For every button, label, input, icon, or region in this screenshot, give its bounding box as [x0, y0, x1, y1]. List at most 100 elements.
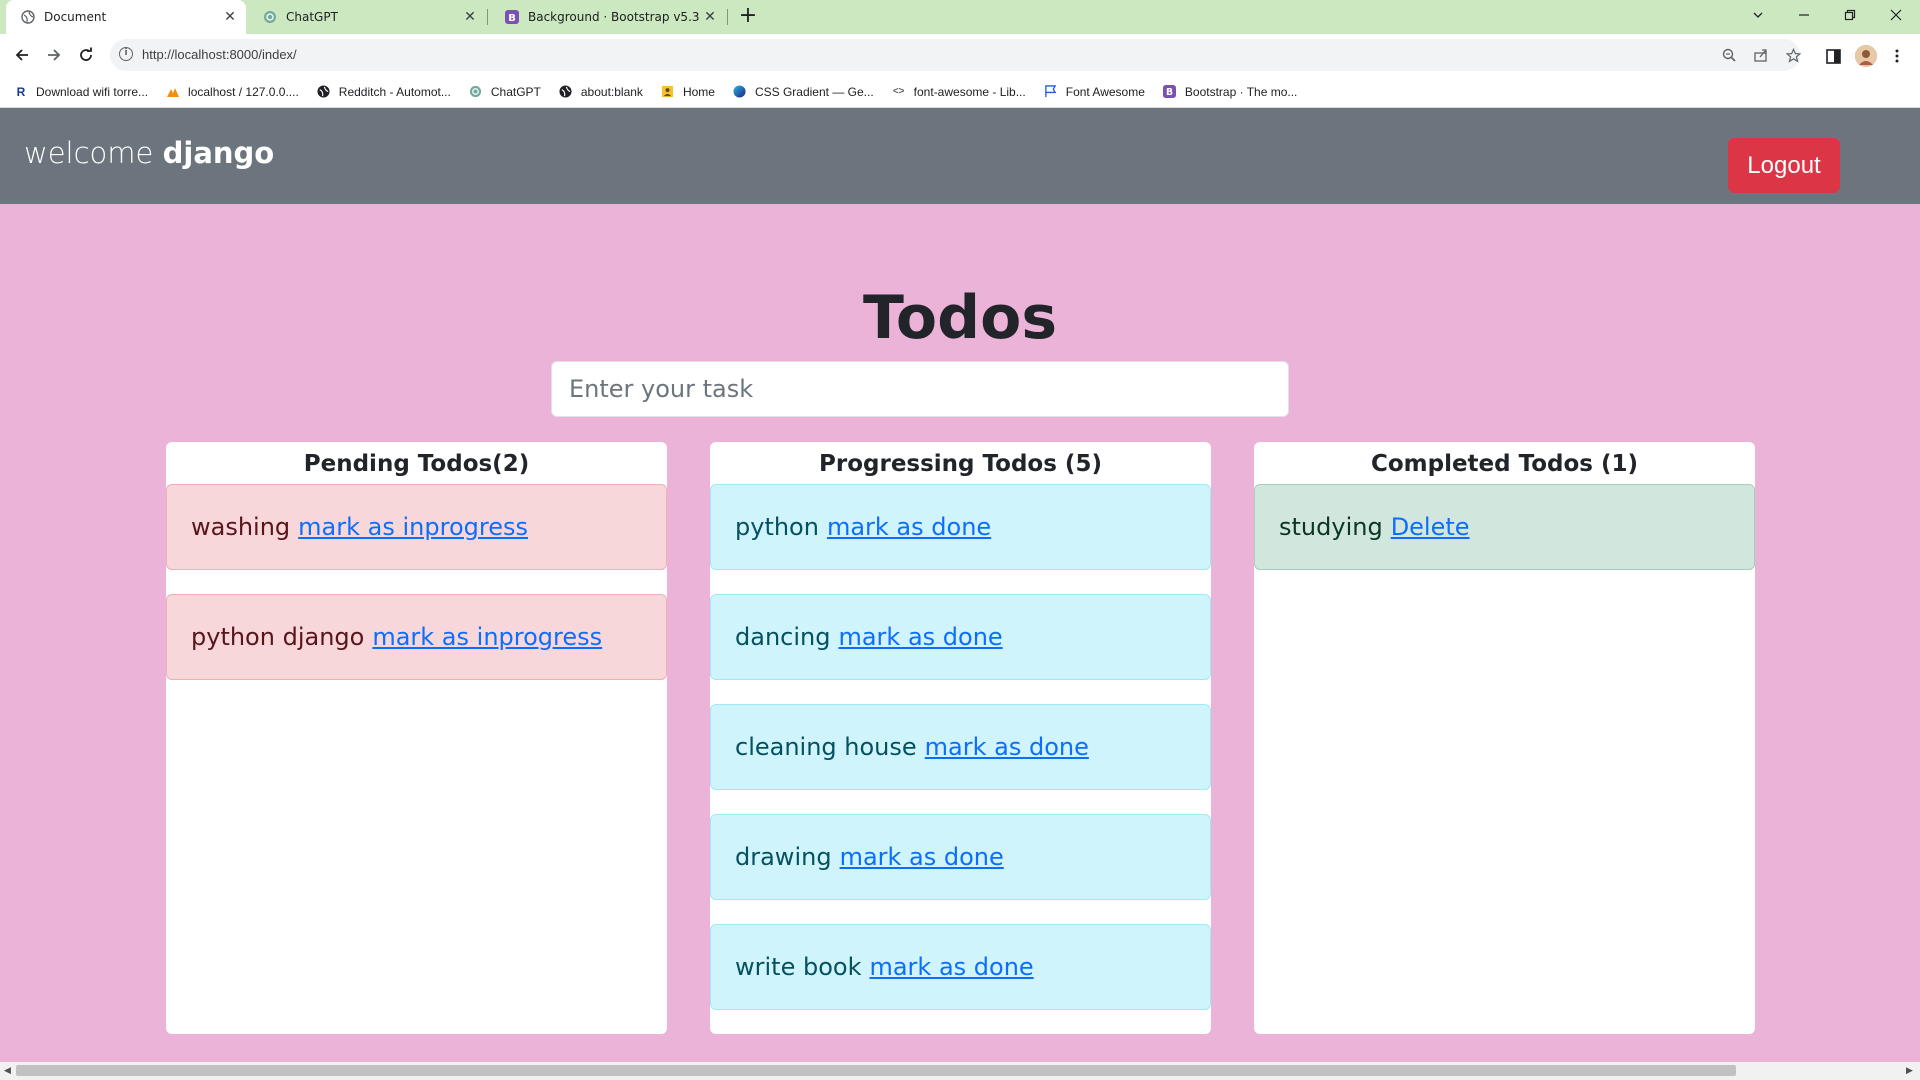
scroll-left-icon[interactable]: ◀ — [4, 1066, 11, 1076]
phpmyadmin-icon — [166, 85, 180, 99]
bookmark-item[interactable]: B Bootstrap · The mo... — [1163, 84, 1298, 99]
tab-chatgpt[interactable]: ChatGPT ✕ — [248, 0, 486, 34]
tab-separator — [487, 9, 488, 25]
globe-icon — [559, 85, 573, 99]
tab-search-icon[interactable] — [1736, 0, 1780, 30]
completed-column: Completed Todos (1) studying Delete — [1254, 442, 1755, 1034]
bookmark-item[interactable]: Redditch - Automot... — [317, 85, 451, 99]
task-input[interactable] — [551, 361, 1289, 417]
bootstrap-icon: B — [504, 9, 520, 25]
tab-title: ChatGPT — [286, 10, 338, 24]
url-text: http://localhost:8000/index/ — [142, 47, 297, 62]
list-item: studying Delete — [1254, 484, 1755, 570]
bookmark-item[interactable]: <> font-awesome - Lib... — [892, 85, 1026, 99]
mark-done-link[interactable]: mark as done — [827, 513, 991, 541]
list-item: drawing mark as done — [710, 814, 1211, 900]
bookmark-label: localhost / 127.0.0.... — [188, 84, 299, 99]
welcome-text: welcome — [24, 136, 154, 170]
welcome-brand: welcome django — [24, 136, 274, 170]
tab-bootstrap[interactable]: B Background · Bootstrap v5.3 ✕ — [490, 0, 726, 34]
task-text: python — [735, 513, 819, 541]
bookmark-item[interactable]: Font Awesome — [1044, 85, 1145, 99]
bookmark-label: Redditch - Automot... — [338, 84, 451, 99]
back-icon[interactable] — [8, 41, 36, 69]
scrollbar-thumb[interactable] — [16, 1065, 1736, 1076]
code-icon: <> — [892, 86, 905, 97]
globe-icon — [20, 9, 36, 25]
tab-title: Document — [44, 10, 107, 24]
restore-icon[interactable] — [1828, 0, 1872, 30]
page-viewport: welcome django Logout Todos Pending Todo… — [0, 108, 1920, 1062]
chatgpt-icon — [262, 9, 278, 25]
list-item: python mark as done — [710, 484, 1211, 570]
list-item: washing mark as inprogress — [166, 484, 667, 570]
delete-link[interactable]: Delete — [1391, 513, 1470, 541]
side-panel-icon[interactable] — [1822, 45, 1844, 67]
bookmark-label: about:blank — [580, 84, 643, 99]
bookmarks-bar: R Download wifi torre... localhost / 127… — [0, 76, 1920, 108]
svg-text:B: B — [1166, 87, 1173, 98]
top-navbar: welcome django Logout — [0, 108, 1920, 204]
mark-done-link[interactable]: mark as done — [838, 623, 1002, 651]
address-bar[interactable]: i http://localhost:8000/index/ — [110, 39, 1802, 71]
progressing-heading: Progressing Todos (5) — [819, 451, 1102, 477]
reload-icon[interactable] — [72, 41, 100, 69]
completed-heading: Completed Todos (1) — [1370, 451, 1639, 477]
pending-column: Pending Todos(2) washing mark as inprogr… — [166, 442, 667, 1034]
list-item: write book mark as done — [710, 924, 1211, 1010]
zoom-icon[interactable] — [1720, 46, 1738, 64]
bookmark-item[interactable]: about:blank — [559, 85, 643, 99]
pending-heading: Pending Todos(2) — [303, 451, 530, 477]
task-text: cleaning house — [735, 733, 917, 761]
window-close-icon[interactable] — [1874, 0, 1918, 30]
bookmark-item[interactable]: Home — [661, 85, 715, 99]
tab-title: Background · Bootstrap v5.3 — [528, 10, 700, 24]
browser-toolbar: i http://localhost:8000/index/ — [0, 34, 1920, 76]
tab-document[interactable]: Document ✕ — [6, 0, 246, 34]
bookmark-label: ChatGPT — [490, 84, 541, 99]
mark-done-link[interactable]: mark as done — [869, 953, 1033, 981]
minimize-icon[interactable] — [1782, 0, 1826, 30]
mark-inprogress-link[interactable]: mark as inprogress — [372, 623, 602, 651]
username: django — [162, 136, 275, 170]
close-icon[interactable]: ✕ — [460, 7, 480, 27]
task-text: studying — [1279, 513, 1383, 541]
bookmark-item[interactable]: ChatGPT — [469, 85, 541, 99]
share-icon[interactable] — [1752, 46, 1770, 64]
globe-icon — [317, 85, 331, 99]
chatgpt-icon — [469, 85, 483, 99]
forward-icon[interactable] — [40, 41, 68, 69]
mark-done-link[interactable]: mark as done — [925, 733, 1089, 761]
home-icon — [661, 85, 675, 99]
bookmark-label: Font Awesome — [1065, 84, 1145, 99]
task-text: write book — [735, 953, 862, 981]
mark-done-link[interactable]: mark as done — [840, 843, 1004, 871]
close-icon[interactable]: ✕ — [700, 7, 720, 27]
bookmark-item[interactable]: localhost / 127.0.0.... — [166, 85, 299, 99]
progressing-column: Progressing Todos (5) python mark as don… — [710, 442, 1211, 1034]
new-tab-button[interactable]: + — [736, 5, 760, 29]
gradient-icon — [733, 85, 747, 99]
bookmark-item[interactable]: CSS Gradient — Ge... — [733, 85, 874, 99]
svg-text:B: B — [508, 13, 516, 24]
list-item: cleaning house mark as done — [710, 704, 1211, 790]
r-icon: R — [16, 84, 26, 99]
bookmark-star-icon[interactable] — [1784, 46, 1802, 64]
bookmark-label: Home — [682, 84, 715, 99]
horizontal-scrollbar[interactable]: ◀ ▶ — [0, 1062, 1920, 1080]
bookmark-label: Download wifi torre... — [36, 84, 149, 99]
profile-avatar[interactable] — [1855, 45, 1877, 67]
mark-inprogress-link[interactable]: mark as inprogress — [298, 513, 528, 541]
menu-kebab-icon[interactable] — [1886, 45, 1908, 67]
close-icon[interactable]: ✕ — [220, 7, 240, 27]
bookmark-label: Bootstrap · The mo... — [1184, 84, 1298, 99]
bookmark-label: font-awesome - Lib... — [913, 84, 1026, 99]
task-text: python django — [191, 623, 365, 651]
task-text: dancing — [735, 623, 831, 651]
page-title: Todos — [862, 283, 1058, 353]
scroll-right-icon[interactable]: ▶ — [1906, 1066, 1913, 1076]
task-text: drawing — [735, 843, 832, 871]
logout-button[interactable]: Logout — [1728, 138, 1840, 193]
site-info-icon[interactable]: i — [119, 47, 133, 61]
bookmark-item[interactable]: R Download wifi torre... — [14, 85, 148, 99]
